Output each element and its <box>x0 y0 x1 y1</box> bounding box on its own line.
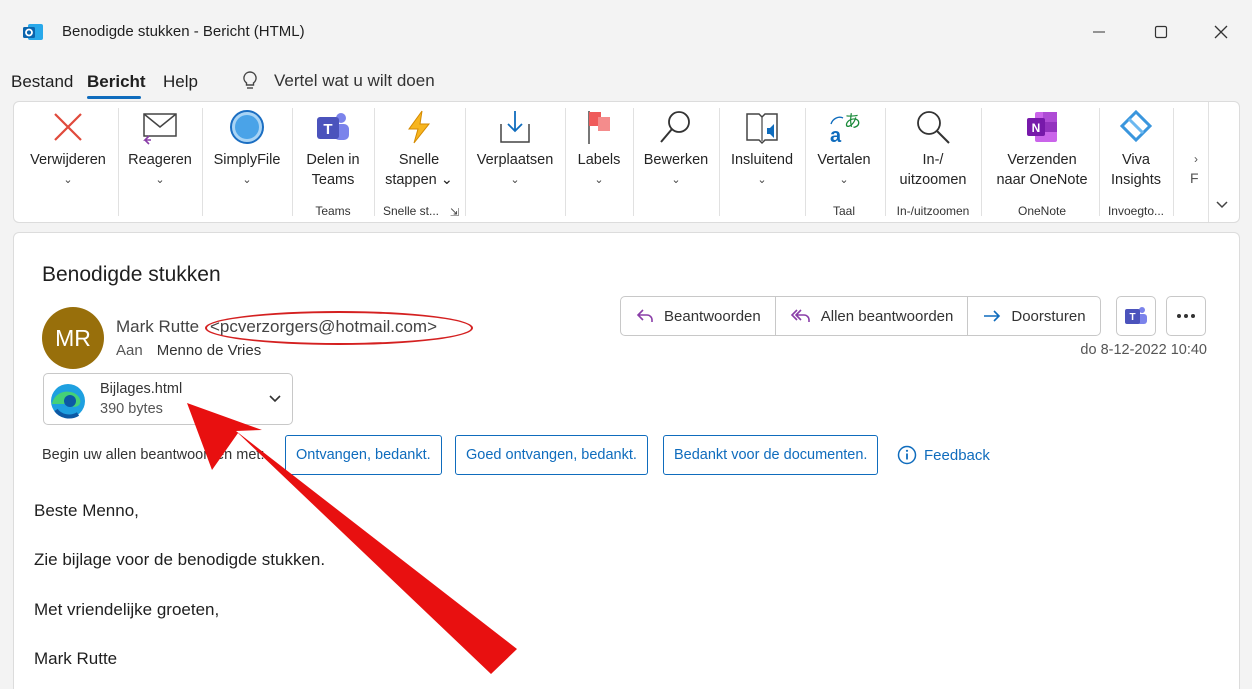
annotation-arrow <box>187 403 517 674</box>
